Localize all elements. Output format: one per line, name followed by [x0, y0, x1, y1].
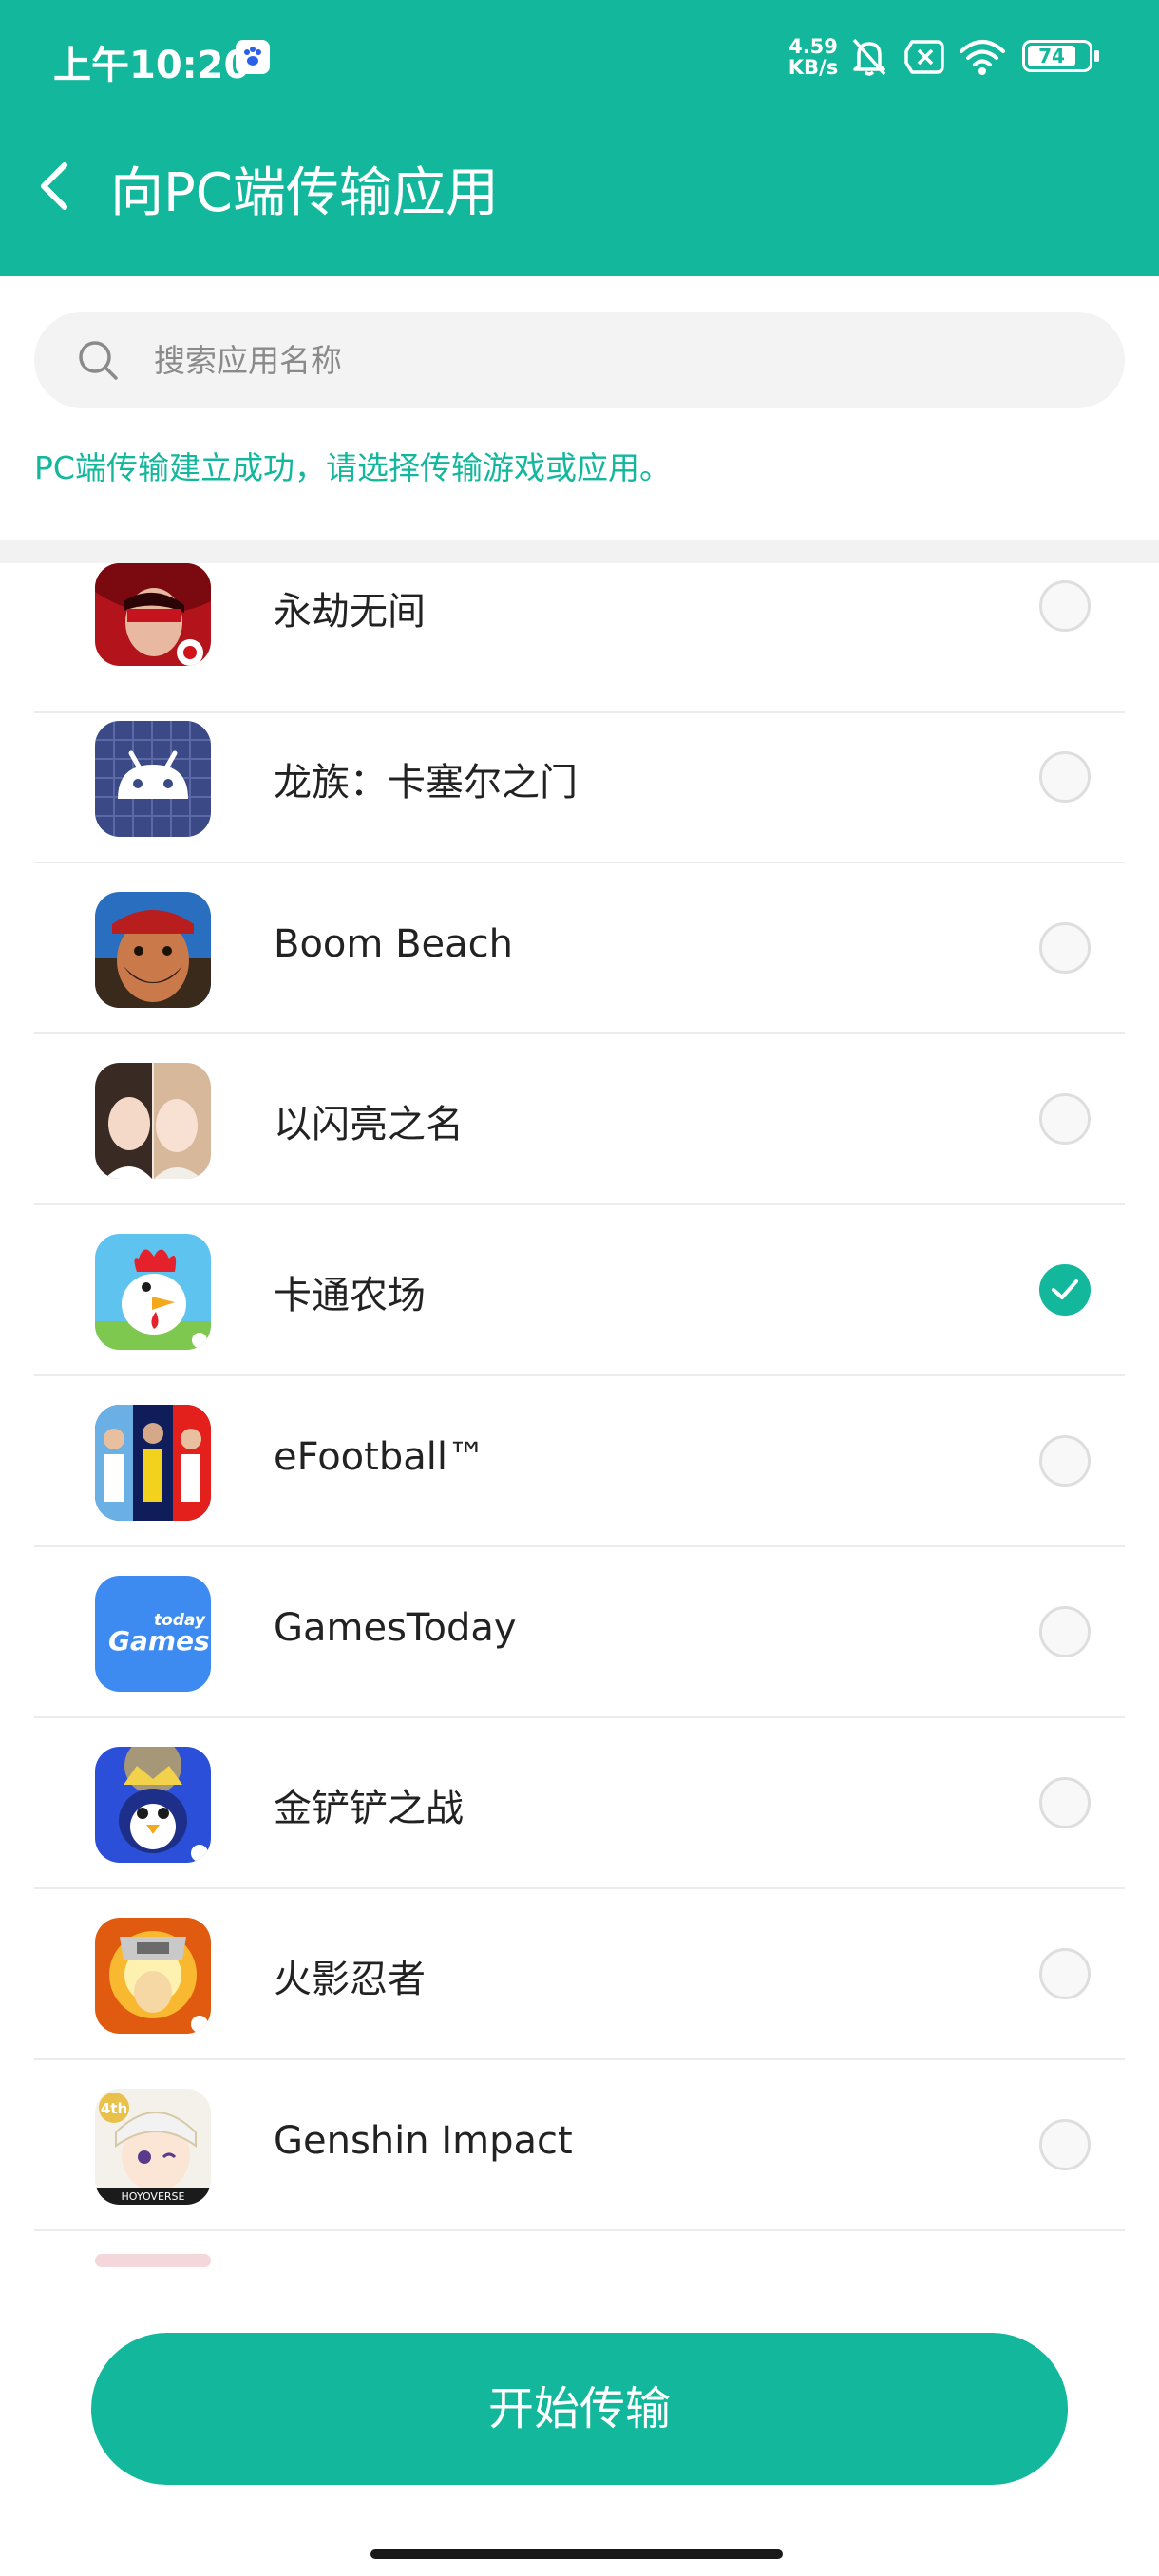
section-divider — [0, 540, 1159, 563]
app-name: 火影忍者 — [274, 1958, 426, 2001]
list-item[interactable]: Boom Beach — [34, 863, 1125, 1034]
select-radio[interactable] — [1039, 751, 1091, 803]
page-title: 向PC端传输应用 — [110, 162, 499, 224]
gamestoday-big-text: Games — [108, 1625, 210, 1657]
network-speed: 4.59 KB/s — [785, 36, 842, 78]
app-icon-dragon-raja — [95, 721, 211, 837]
list-item[interactable]: 卡通农场 — [34, 1205, 1125, 1376]
home-indicator[interactable] — [370, 2549, 783, 2559]
status-bar: 上午10:20 4.59 KB/s 74 — [0, 0, 1159, 114]
network-speed-unit: KB/s — [788, 56, 839, 79]
chevron-left-icon — [41, 162, 67, 210]
no-sim-icon — [902, 36, 946, 82]
network-speed-value: 4.59 — [788, 35, 838, 58]
select-radio[interactable] — [1039, 1093, 1091, 1145]
select-radio[interactable] — [1039, 922, 1091, 974]
app-icon-hay-day — [95, 1234, 211, 1350]
app-icon-partial — [95, 2254, 211, 2267]
app-name: 以闪亮之名 — [274, 1103, 464, 1146]
genshin-footer-text: HOYOVERSE — [122, 2190, 185, 2203]
battery-icon: 74 — [1022, 40, 1099, 72]
list-item[interactable]: today Games GamesToday — [34, 1547, 1125, 1718]
list-item[interactable]: 以闪亮之名 — [34, 1034, 1125, 1205]
app-name: Genshin Impact — [274, 2119, 573, 2163]
select-radio[interactable] — [1039, 580, 1091, 632]
search-bar[interactable] — [34, 312, 1125, 408]
check-icon — [1052, 1279, 1078, 1299]
select-radio[interactable] — [1039, 1948, 1091, 1999]
status-time: 上午10:20 — [53, 44, 251, 87]
select-radio[interactable] — [1039, 1777, 1091, 1828]
app-icon-efootball — [95, 1405, 211, 1521]
list-item[interactable]: eFootball™ — [34, 1376, 1125, 1547]
wifi-icon — [958, 36, 1007, 82]
list-item[interactable]: 龙族：卡塞尔之门 — [34, 692, 1125, 863]
battery-level: 74 — [1028, 46, 1075, 66]
app-header: 上午10:20 4.59 KB/s 74 向PC端传输应用 — [0, 0, 1159, 276]
app-icon-genshin: HOYOVERSE 4th — [95, 2089, 211, 2205]
search-input[interactable] — [154, 332, 1066, 388]
app-name: 卡通农场 — [274, 1274, 426, 1317]
app-icon-tft — [95, 1747, 211, 1863]
app-icon-naraka — [95, 563, 211, 666]
app-icon-gamestoday: today Games — [95, 1576, 211, 1692]
list-item[interactable]: HOYOVERSE 4th Genshin Impact — [34, 2060, 1125, 2231]
app-name: 龙族：卡塞尔之门 — [274, 761, 578, 805]
app-name: 金铲铲之战 — [274, 1787, 464, 1830]
select-radio[interactable] — [1039, 1606, 1091, 1657]
app-name: Boom Beach — [274, 922, 513, 966]
list-item[interactable]: 金铲铲之战 — [34, 1718, 1125, 1889]
app-icon-shining-name — [95, 1063, 211, 1179]
app-icon-naruto — [95, 1918, 211, 2034]
app-name: GamesToday — [274, 1606, 517, 1650]
start-transfer-button[interactable]: 开始传输 — [91, 2333, 1068, 2485]
list-item-partial[interactable] — [34, 2231, 1125, 2273]
app-name: 永劫无间 — [274, 590, 426, 634]
genshin-badge-text: 4th — [101, 2100, 127, 2117]
app-name: eFootball™ — [274, 1435, 485, 1479]
back-button[interactable] — [30, 152, 87, 220]
list-item[interactable]: 永劫无间 — [34, 563, 1125, 713]
mute-bell-icon — [849, 36, 889, 82]
app-list[interactable]: 永劫无间 龙族：卡塞尔之门 Boom Beach 以闪亮之名 卡通农场 eFoo… — [0, 563, 1159, 2273]
search-icon — [79, 341, 118, 380]
select-radio-checked[interactable] — [1039, 1264, 1091, 1316]
list-item[interactable]: 火影忍者 — [34, 1889, 1125, 2060]
select-radio[interactable] — [1039, 2119, 1091, 2170]
baidu-paw-icon — [236, 40, 270, 74]
app-icon-boom-beach — [95, 892, 211, 1008]
select-radio[interactable] — [1039, 1435, 1091, 1487]
status-message: PC端传输建立成功，请选择传输游戏或应用。 — [34, 449, 671, 486]
